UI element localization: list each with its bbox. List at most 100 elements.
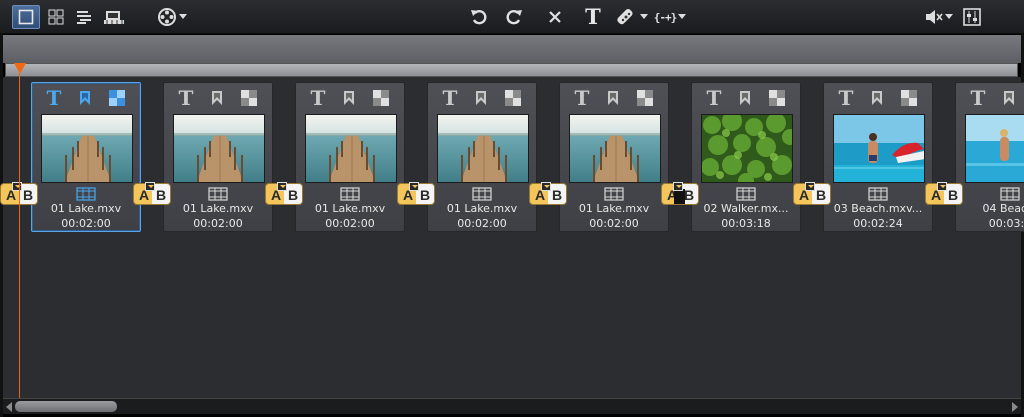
clip-thumbnail[interactable] [965, 114, 1024, 183]
delete-button[interactable] [543, 5, 567, 29]
clip-thumbnail[interactable] [305, 114, 397, 183]
checker-effect-icon [373, 90, 389, 106]
clip-name: 02 Walker.mx... [703, 202, 789, 215]
clip-marker-button[interactable] [73, 86, 97, 110]
playhead-handle[interactable] [14, 63, 26, 74]
clip-card[interactable]: T 01 Lake.mxv 00:02:00 [427, 82, 537, 232]
clip-title-button[interactable]: T [174, 86, 198, 110]
scene-overview-button[interactable] [44, 5, 68, 29]
clip-duration: 00:02:00 [457, 217, 507, 230]
mute-menu-button[interactable] [922, 5, 956, 29]
transition-button[interactable]: AB [925, 182, 963, 205]
clip-thumbnail[interactable] [41, 114, 133, 183]
clip-title-button[interactable]: T [42, 86, 66, 110]
checker-effect-icon [901, 90, 917, 106]
clip-title-button[interactable]: T [306, 86, 330, 110]
clip-marker-button[interactable] [865, 86, 889, 110]
timeline-view-icon [77, 11, 91, 24]
clip-title-button[interactable]: T [438, 86, 462, 110]
clip-effect-button[interactable] [237, 86, 261, 110]
clip-tools: T [956, 86, 1024, 110]
transition-button[interactable]: AB [133, 182, 171, 205]
clip-thumbnail[interactable] [701, 114, 793, 183]
scroll-right-arrow-icon[interactable] [1012, 402, 1018, 412]
clip-card[interactable]: T 01 Lake.mxv 00:02:00 [295, 82, 405, 232]
transition-options-icon [673, 182, 683, 191]
film-strip-icon [208, 187, 228, 201]
mixer-button[interactable] [960, 5, 984, 29]
clip-title-button[interactable]: T [966, 86, 990, 110]
timeline-header-strip [3, 35, 1021, 63]
clip-marker-button[interactable] [337, 86, 361, 110]
clip-card[interactable]: T 01 Lake.mxv 00:02:00 [163, 82, 273, 232]
undo-button[interactable] [467, 5, 491, 29]
transition-button[interactable]: AB [661, 182, 699, 205]
clip-effect-button[interactable] [105, 86, 129, 110]
clip-duration: 00:03:0 [988, 217, 1024, 230]
transition-b-label: B [816, 187, 827, 203]
marker-menu-button[interactable]: {-+} [653, 5, 687, 29]
title-icon: T [706, 86, 722, 110]
clip-title-button[interactable]: T [834, 86, 858, 110]
clip-card[interactable]: T 02 Walker.mx... 00:03:18 [691, 82, 801, 232]
time-ruler[interactable] [5, 63, 1018, 77]
checker-effect-icon [769, 90, 785, 106]
track-view-button[interactable] [100, 5, 128, 29]
transition-button[interactable]: AB [265, 182, 303, 205]
clip-card[interactable]: T 01 Lake.mxv 00:02:00 [31, 82, 141, 232]
clip-effect-button[interactable] [501, 86, 525, 110]
clip-effect-button[interactable] [897, 86, 921, 110]
transition-options-icon [541, 182, 551, 191]
clip-duration: 00:02:00 [193, 217, 243, 230]
transition-options-icon [937, 182, 947, 191]
transition-button[interactable]: AB [397, 182, 435, 205]
clip-marker-button[interactable] [469, 86, 493, 110]
clip-tools: T [296, 86, 404, 110]
clip-marker-button[interactable] [733, 86, 757, 110]
timeline-view-button[interactable] [72, 5, 96, 29]
clip-tools: T [824, 86, 932, 110]
clip-effect-button[interactable] [633, 86, 657, 110]
clip-marker-button[interactable] [997, 86, 1021, 110]
title-icon: T [310, 86, 326, 110]
title-button[interactable]: T [580, 5, 606, 29]
clip-effect-button[interactable] [369, 86, 393, 110]
clip-marker-button[interactable] [601, 86, 625, 110]
clip-thumbnail[interactable] [437, 114, 529, 183]
clip-thumbnail[interactable] [833, 114, 925, 183]
clip-duration: 00:03:18 [721, 217, 771, 230]
clip-title-button[interactable]: T [570, 86, 594, 110]
redo-button[interactable] [502, 5, 526, 29]
scroll-left-arrow-icon[interactable] [6, 402, 12, 412]
clip-name: 01 Lake.mxv [50, 202, 122, 215]
transition-button[interactable]: AB [793, 182, 831, 205]
transition-options-icon [409, 182, 419, 191]
title-icon: T [442, 86, 458, 110]
transition-b-label: B [552, 187, 563, 203]
film-reel-menu-button[interactable] [155, 5, 189, 29]
effects-menu-button[interactable] [614, 5, 650, 29]
checker-effect-icon [109, 90, 125, 106]
clip-effect-button[interactable] [765, 86, 789, 110]
clip-card[interactable]: T 04 Beach. 00:03:0 [955, 82, 1024, 232]
checker-effect-icon [241, 90, 257, 106]
clip-thumbnail[interactable] [173, 114, 265, 183]
title-icon: T [585, 4, 601, 29]
clip-card[interactable]: T 01 Lake.mxv 00:02:00 [559, 82, 669, 232]
storyboard-view-button[interactable] [12, 5, 40, 29]
clip-name: 01 Lake.mxv [446, 202, 518, 215]
clip-card[interactable]: T 03 Beach.mxv... 00:02:24 [823, 82, 933, 232]
chevron-down-icon [678, 14, 687, 19]
transition-button[interactable]: AB [529, 182, 567, 205]
clip-marker-button[interactable] [205, 86, 229, 110]
clip-title-button[interactable]: T [702, 86, 726, 110]
horizontal-scrollbar[interactable] [3, 398, 1021, 414]
title-icon: T [970, 86, 986, 110]
clip-thumbnail[interactable] [569, 114, 661, 183]
undo-icon [471, 10, 487, 25]
bookmark-icon [608, 91, 618, 105]
scrollbar-thumb[interactable] [15, 401, 117, 412]
film-strip-icon [472, 187, 492, 201]
bookmark-icon [80, 91, 90, 105]
chevron-down-icon [945, 14, 953, 19]
